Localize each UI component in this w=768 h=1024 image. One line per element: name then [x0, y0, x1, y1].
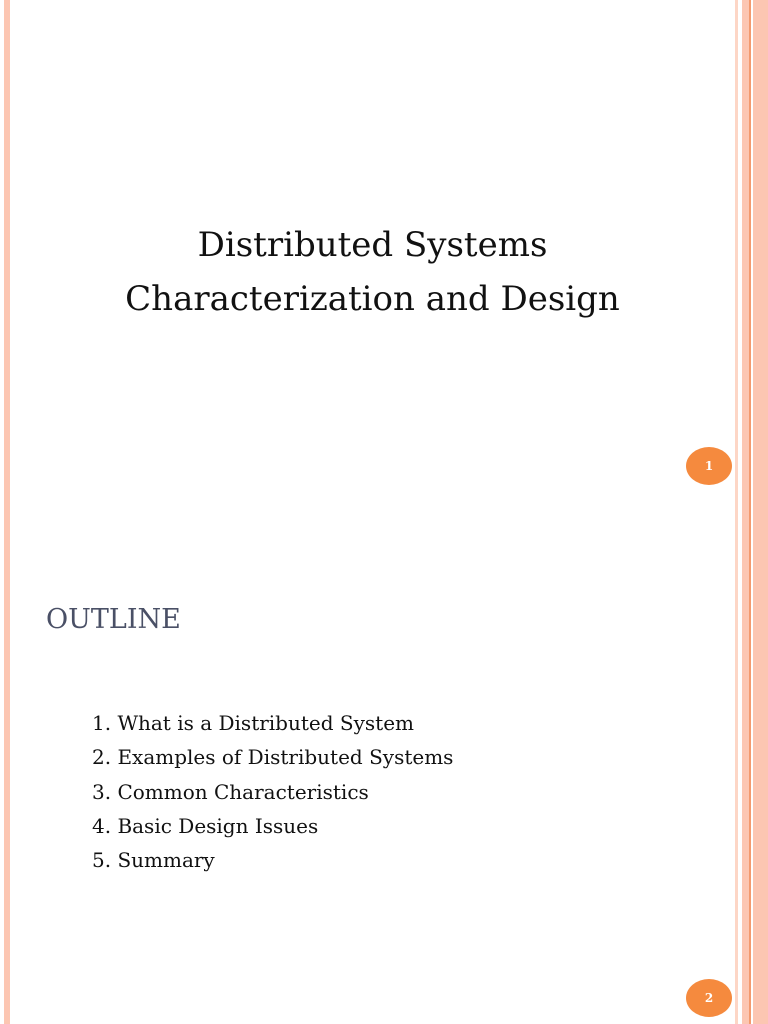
list-item: 5. Summary — [92, 848, 215, 873]
list-item: 4. Basic Design Issues — [92, 813, 319, 838]
title-line-1: Distributed Systems — [197, 225, 548, 265]
page-number-badge: 2 — [686, 979, 732, 1017]
slide-heading: OUTLINE — [46, 604, 181, 635]
list-item: 1. What is a Distributed System — [92, 711, 415, 735]
slide-title: Distributed Systems Characterization and… — [0, 218, 745, 326]
outline-list: 1. What is a Distributed System 2. Examp… — [92, 706, 453, 877]
page-number-badge: 1 — [686, 447, 732, 485]
title-line-2: Characterization and Design — [125, 279, 620, 319]
right-border-stripe — [742, 0, 749, 1024]
list-item: 3. Common Characteristics — [92, 779, 369, 804]
left-border-stripe — [4, 0, 10, 1024]
right-border-line — [749, 0, 751, 1024]
right-border-stripe-thin — [735, 0, 738, 1024]
right-border-band — [753, 0, 768, 1024]
list-item: 2. Examples of Distributed Systems — [92, 745, 454, 770]
